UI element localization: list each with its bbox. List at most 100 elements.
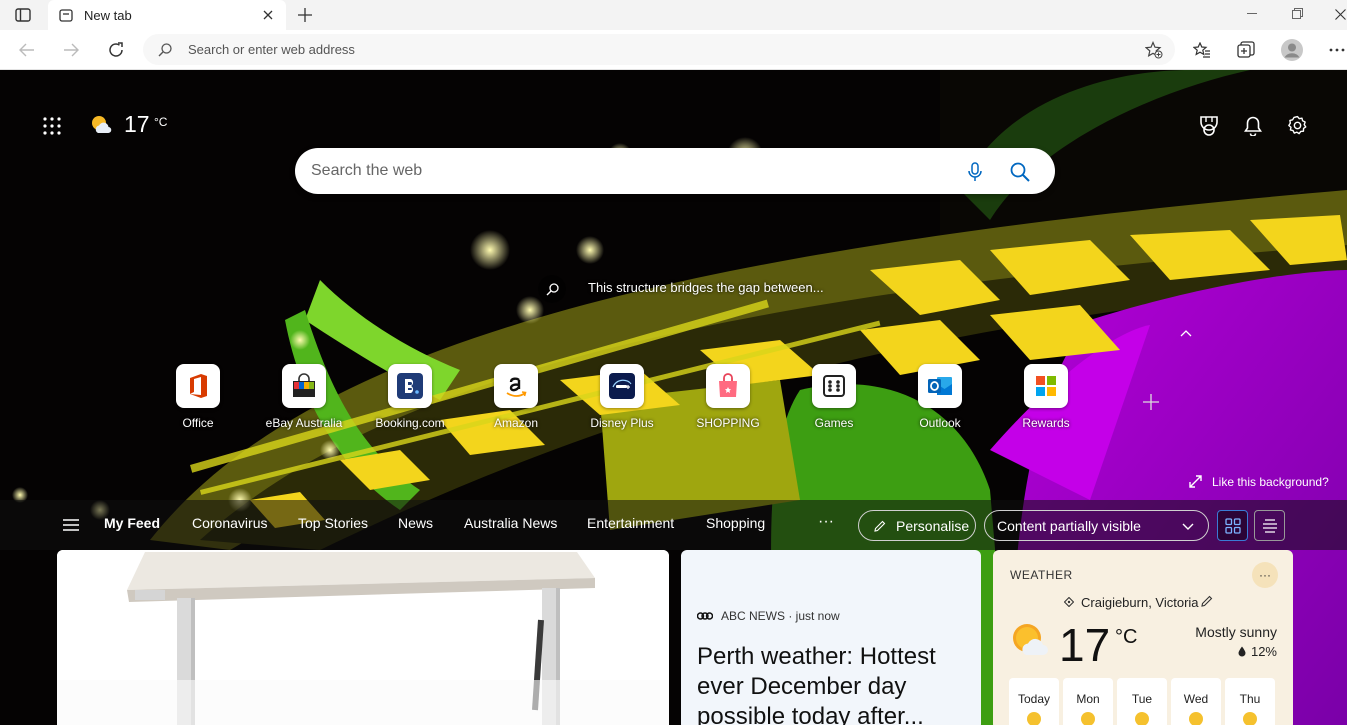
- quick-link-booking[interactable]: Booking.com: [365, 364, 455, 430]
- weather-more-button[interactable]: ···: [1252, 562, 1278, 588]
- forecast-day[interactable]: Tue: [1117, 678, 1167, 725]
- forecast-day-label: Today: [1017, 692, 1051, 706]
- image-search-icon[interactable]: [538, 275, 566, 303]
- feed-more-button[interactable]: ···: [818, 513, 834, 531]
- new-tab-plus-icon[interactable]: [294, 5, 316, 25]
- forecast-day[interactable]: Wed: [1171, 678, 1221, 725]
- quick-link-label: SHOPPING: [696, 416, 760, 430]
- sunny-icon: [1243, 712, 1257, 725]
- gear-icon[interactable]: [1285, 113, 1309, 137]
- quick-link-outlook[interactable]: Outlook: [895, 364, 985, 430]
- news-article-card[interactable]: ABC NEWS · just now Perth weather: Hotte…: [681, 550, 981, 725]
- quick-link-label: Outlook: [919, 416, 961, 430]
- feed-tab-australia-news[interactable]: Australia News: [464, 515, 557, 531]
- content-visibility-dropdown[interactable]: Content partially visible: [984, 510, 1209, 541]
- quick-link-label: Games: [814, 416, 854, 430]
- quick-link-amazon[interactable]: Amazon: [471, 364, 561, 430]
- feed-tab-news[interactable]: News: [398, 515, 433, 531]
- weather-condition: Mostly sunny: [1195, 624, 1277, 640]
- profile-avatar[interactable]: [1280, 38, 1304, 62]
- news-source: ABC NEWS · just now: [721, 609, 840, 623]
- weather-location: Craigieburn, Victoria: [1081, 595, 1199, 610]
- search-submit-icon[interactable]: [1007, 159, 1033, 185]
- content-visibility-value: Content partially visible: [997, 517, 1141, 534]
- forecast-day[interactable]: Thu: [1225, 678, 1275, 725]
- favorites-icon[interactable]: [1190, 39, 1214, 61]
- news-headline[interactable]: Perth weather: Hottest ever December day…: [697, 642, 972, 725]
- outlook-icon: [918, 364, 962, 408]
- microphone-icon[interactable]: [963, 160, 987, 184]
- add-favorite-icon[interactable]: [1143, 40, 1165, 60]
- amazon-icon: [494, 364, 538, 408]
- shopping-bag-icon: [706, 364, 750, 408]
- forecast-day[interactable]: Mon: [1063, 678, 1113, 725]
- raindrop-icon: [1237, 644, 1247, 658]
- search-icon: [157, 42, 173, 58]
- minimize-icon[interactable]: [1240, 6, 1264, 22]
- apps-launcher-icon[interactable]: [40, 114, 64, 138]
- sunny-icon: [1135, 712, 1149, 725]
- quick-link-rewards[interactable]: Rewards: [1001, 364, 1091, 430]
- close-tab-icon[interactable]: [260, 7, 276, 23]
- image-caption[interactable]: This structure bridges the gap between..…: [588, 280, 824, 295]
- quick-link-disney-plus[interactable]: Disney Plus: [577, 364, 667, 430]
- partly-sunny-icon: [88, 112, 114, 136]
- weather-chip[interactable]: 17 °C: [88, 110, 178, 140]
- weather-card[interactable]: WEATHER ··· Craigieburn, Victoria 17 °C …: [993, 550, 1293, 725]
- hamburger-menu-icon[interactable]: [60, 516, 82, 534]
- quick-link-shopping[interactable]: SHOPPING: [683, 364, 773, 430]
- location-icon: [1063, 596, 1075, 608]
- personalise-button[interactable]: Personalise: [858, 510, 976, 541]
- weather-temp: 17: [124, 111, 150, 137]
- list-layout-icon[interactable]: [1254, 510, 1285, 541]
- add-quick-link-icon[interactable]: [1140, 391, 1162, 413]
- quick-link-ebay-australia[interactable]: eBay Australia: [259, 364, 349, 430]
- like-background-link[interactable]: Like this background?: [1212, 475, 1329, 489]
- collections-icon[interactable]: [1234, 39, 1258, 61]
- quick-link-label: eBay Australia: [265, 416, 343, 430]
- forecast-day-label: Thu: [1239, 692, 1261, 706]
- refresh-icon[interactable]: [105, 39, 127, 61]
- ebay-bag-icon: [282, 364, 326, 408]
- sunny-icon: [1081, 712, 1095, 725]
- grid-layout-icon[interactable]: [1217, 510, 1248, 541]
- abc-news-logo-icon: [697, 609, 713, 623]
- office-icon: [176, 364, 220, 408]
- sunny-icon: [1027, 712, 1041, 725]
- microsoft-logo-icon: [1024, 364, 1068, 408]
- back-icon[interactable]: [16, 40, 38, 60]
- web-search-input[interactable]: Search the web: [311, 162, 422, 180]
- toolbar: Search or enter web address: [0, 30, 1347, 70]
- forward-icon[interactable]: [60, 40, 82, 60]
- partly-sunny-icon: [1009, 620, 1053, 660]
- restore-icon[interactable]: [1285, 4, 1309, 22]
- feed-tab-coronavirus[interactable]: Coronavirus: [192, 515, 267, 531]
- notifications-icon[interactable]: [1241, 114, 1265, 138]
- expand-icon[interactable]: [1187, 473, 1203, 489]
- feed-navigation: My Feed Coronavirus Top Stories News Aus…: [0, 500, 1347, 550]
- feed-tab-entertainment[interactable]: Entertainment: [587, 515, 674, 531]
- forecast-day[interactable]: Today: [1009, 678, 1059, 725]
- rewards-icon[interactable]: [1197, 114, 1221, 138]
- tab-actions-icon[interactable]: [12, 7, 34, 23]
- new-tab-page-icon: [58, 8, 74, 22]
- edit-location-icon[interactable]: [1200, 594, 1214, 608]
- games-dice-icon: [812, 364, 856, 408]
- feed-tab-top-stories[interactable]: Top Stories: [298, 515, 368, 531]
- address-input[interactable]: Search or enter web address: [188, 42, 355, 57]
- featured-article-card[interactable]: [57, 550, 669, 725]
- address-bar[interactable]: Search or enter web address: [143, 34, 1175, 65]
- new-tab-page: 17 °C Search the web This structure brid…: [0, 70, 1347, 725]
- quick-link-label: Disney Plus: [590, 416, 654, 430]
- tab-new-tab[interactable]: New tab: [48, 0, 286, 30]
- web-search-box[interactable]: Search the web: [295, 148, 1055, 194]
- collapse-chevron-up-icon[interactable]: [1176, 326, 1196, 340]
- quick-link-games[interactable]: Games: [789, 364, 879, 430]
- settings-more-icon[interactable]: [1327, 40, 1347, 60]
- forecast-day-label: Tue: [1131, 692, 1153, 706]
- quick-link-office[interactable]: Office: [153, 364, 243, 430]
- close-window-icon[interactable]: [1332, 5, 1347, 23]
- standing-desk-image: [57, 550, 669, 725]
- feed-tab-shopping[interactable]: Shopping: [706, 515, 765, 531]
- feed-tab-my-feed[interactable]: My Feed: [104, 515, 160, 531]
